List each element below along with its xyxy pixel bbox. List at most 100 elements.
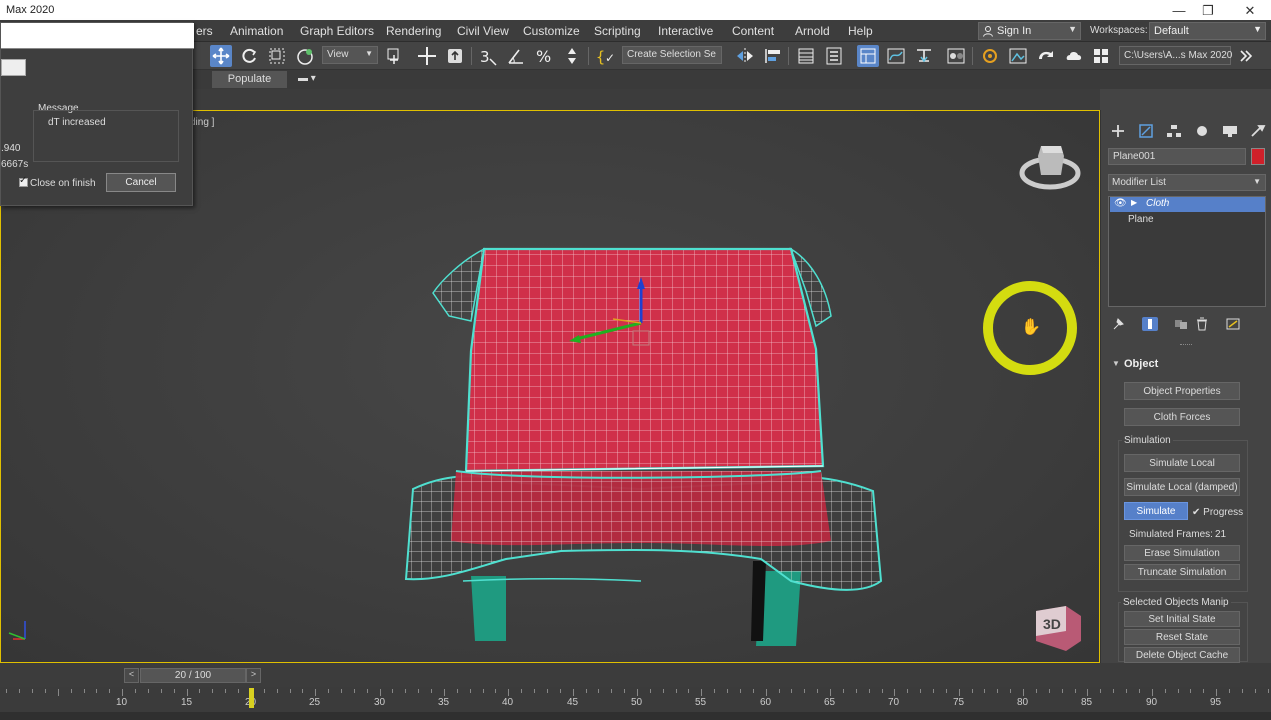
stack-item-label: Cloth (1146, 198, 1170, 209)
mirror-icon[interactable] (734, 45, 756, 67)
edit-named-selection-icon[interactable]: {✓ (594, 45, 616, 67)
track-bar-tick (328, 689, 329, 693)
track-bar-tick-label: 70 (888, 697, 900, 708)
menu-item-arnold[interactable]: Arnold (795, 24, 830, 38)
make-unique-icon[interactable] (1173, 317, 1189, 331)
workspace-select[interactable]: Default ▼ (1149, 22, 1266, 40)
angle-snap-icon[interactable] (505, 45, 527, 67)
minimize-icon[interactable]: — (1169, 3, 1189, 18)
object-rollout-title[interactable]: Object (1124, 358, 1158, 370)
render-production-icon[interactable] (1035, 45, 1057, 67)
named-selection-set-select[interactable]: Create Selection Se (622, 46, 722, 64)
object-properties-button[interactable]: Object Properties (1124, 382, 1240, 400)
configure-modifier-sets-icon[interactable] (1225, 317, 1241, 331)
place-icon[interactable] (294, 45, 316, 67)
layer-explorer-icon[interactable] (823, 45, 845, 67)
material-editor-icon[interactable] (945, 45, 967, 67)
track-bar-tick (148, 689, 149, 693)
viewport-shading-label[interactable]: ding ] (190, 117, 214, 128)
time-slider-prev-icon[interactable]: < (124, 668, 139, 683)
erase-simulation-button[interactable]: Erase Simulation (1124, 545, 1240, 561)
track-bar-tick (45, 689, 46, 693)
menu-item-graph-editors[interactable]: Graph Editors (300, 24, 374, 38)
menu-item-civil-view[interactable]: Civil View (457, 24, 509, 38)
scale-icon[interactable] (266, 45, 288, 67)
eye-icon[interactable]: 👁 (1114, 198, 1127, 209)
expand-arrow-icon[interactable]: ▶ (1131, 198, 1137, 207)
viewcube[interactable] (1019, 146, 1081, 190)
pivot-center-icon[interactable] (383, 45, 405, 67)
stack-item-cloth[interactable]: 👁 ▶ Cloth (1110, 197, 1265, 212)
menu-item-modifiers[interactable]: ers (196, 24, 213, 38)
truncate-simulation-button[interactable]: Truncate Simulation (1124, 564, 1240, 580)
rotate-icon[interactable] (238, 45, 260, 67)
progress-checkbox[interactable]: ✔ Progress (1192, 507, 1243, 518)
display-tab-icon[interactable] (1221, 124, 1239, 138)
show-end-result-icon[interactable] (1142, 317, 1158, 331)
chevron-down-icon: ▼ (1068, 24, 1077, 34)
dialog-progress-field (1, 59, 26, 76)
close-icon[interactable]: ✕ (1240, 3, 1260, 19)
toolbar-overflow-icon[interactable] (1235, 45, 1257, 67)
rendered-frame-window-icon[interactable] (1007, 45, 1029, 67)
simulate-local-button[interactable]: Simulate Local (1124, 454, 1240, 472)
track-bar-tick (1100, 689, 1101, 693)
spinner-snap-icon[interactable] (561, 45, 583, 67)
motion-tab-icon[interactable] (1193, 124, 1211, 138)
render-in-cloud-icon[interactable] (1063, 45, 1085, 67)
simulate-local-damped-button[interactable]: Simulate Local (damped) (1124, 478, 1240, 496)
user-icon (983, 26, 993, 37)
menu-item-animation[interactable]: Animation (230, 24, 283, 38)
object-name-field[interactable]: Plane001 (1108, 148, 1246, 165)
snaps-toggle-icon[interactable]: 3 (477, 45, 499, 67)
select-move-icon[interactable] (210, 45, 232, 67)
track-bar-tick-label: 10 (116, 697, 128, 708)
cloth-forces-button[interactable]: Cloth Forces (1124, 408, 1240, 426)
close-on-finish-checkbox[interactable] (19, 175, 28, 187)
tab-populate[interactable]: Populate (212, 71, 287, 88)
modify-tab-icon[interactable] (1137, 124, 1155, 138)
menu-item-rendering[interactable]: Rendering (386, 24, 441, 38)
restore-icon[interactable]: ❐ (1198, 3, 1218, 19)
collapse-arrow-icon[interactable]: ▼ (1112, 359, 1120, 368)
utilities-tab-icon[interactable] (1249, 124, 1267, 138)
track-bar-tick-label: 35 (438, 697, 450, 708)
time-slider[interactable]: 20 / 100 (140, 668, 246, 683)
reset-state-button[interactable]: Reset State (1124, 629, 1240, 645)
sign-in-dropdown[interactable]: Sign In ▼ (978, 22, 1081, 40)
select-manipulate-icon[interactable] (416, 45, 438, 67)
render-setup-icon[interactable] (979, 45, 1001, 67)
curve-editor-icon[interactable] (885, 45, 907, 67)
remove-modifier-icon[interactable] (1194, 317, 1210, 331)
hierarchy-tab-icon[interactable] (1165, 124, 1183, 138)
menu-item-interactive[interactable]: Interactive (658, 24, 713, 38)
stack-item-plane[interactable]: Plane (1128, 214, 1154, 225)
cancel-button[interactable]: Cancel (106, 173, 176, 192)
a360-gallery-icon[interactable] (1090, 45, 1112, 67)
time-slider-next-icon[interactable]: > (246, 668, 261, 683)
create-tab-icon[interactable] (1109, 124, 1127, 138)
current-frame-marker[interactable] (249, 688, 254, 708)
menu-item-help[interactable]: Help (848, 24, 873, 38)
menu-item-customize[interactable]: Customize (523, 24, 580, 38)
scene-explorer-icon[interactable] (795, 45, 817, 67)
reference-coordinate-select[interactable]: View ▼ (322, 46, 378, 64)
simulate-button[interactable]: Simulate (1124, 502, 1188, 520)
ribbon-options-icon[interactable]: ▬ ▾ (298, 73, 316, 84)
menu-item-scripting[interactable]: Scripting (594, 24, 641, 38)
pin-stack-icon[interactable] (1110, 317, 1126, 331)
object-color-swatch[interactable] (1251, 148, 1265, 165)
project-folder-path[interactable]: C:\Users\A...s Max 2020 (1119, 46, 1232, 65)
set-initial-state-button[interactable]: Set Initial State (1124, 611, 1240, 627)
menu-item-content[interactable]: Content (732, 24, 774, 38)
schematic-view-icon[interactable] (913, 45, 935, 67)
window-title: Max 2020 (6, 4, 55, 16)
track-bar-tick (264, 689, 265, 693)
delete-object-cache-button[interactable]: Delete Object Cache (1124, 647, 1240, 663)
align-icon[interactable] (762, 45, 784, 67)
keyboard-shortcut-icon[interactable] (444, 45, 466, 67)
toggle-ribbon-icon[interactable] (857, 45, 879, 67)
percent-snap-icon[interactable]: % (533, 45, 555, 67)
sign-in-label: Sign In (997, 25, 1032, 37)
modifier-list-dropdown[interactable]: Modifier List ▼ (1108, 174, 1266, 191)
